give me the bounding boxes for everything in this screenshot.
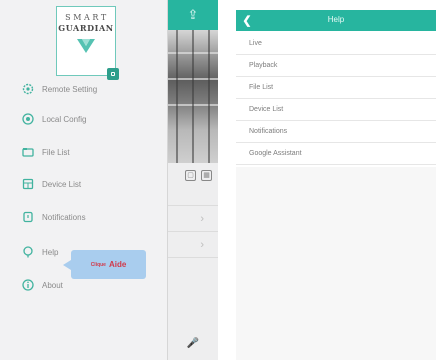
video-feed[interactable] <box>168 30 218 163</box>
menu-item-local-config[interactable]: Local Config <box>22 110 86 128</box>
menu-item-about[interactable]: About <box>22 276 63 294</box>
help-tooltip: Clique Aide <box>63 250 146 279</box>
live-view-background: ⇪ ▢ ▦ › › 🎤 <box>168 0 218 360</box>
smart-guardian-logo: SMART GUARDIAN <box>56 6 116 76</box>
side-drawer: SMART GUARDIAN Remote Setting Local Conf… <box>0 0 168 360</box>
help-item-playback[interactable]: Playback <box>236 55 436 77</box>
list-row <box>168 257 218 287</box>
tooltip-small-text: Clique <box>90 261 106 268</box>
folder-icon <box>22 146 34 158</box>
microphone-icon[interactable]: 🎤 <box>168 338 218 356</box>
menu-item-label: Help <box>42 247 59 257</box>
record-icon[interactable]: ▢ <box>185 169 196 181</box>
menu-item-label: Local Config <box>42 114 87 124</box>
help-item-notifications[interactable]: Notifications <box>236 121 436 143</box>
share-icon[interactable]: ⇪ <box>188 7 199 23</box>
help-icon <box>22 246 34 258</box>
settings-icon <box>22 113 34 125</box>
drawer-screen: ⇪ ▢ ▦ › › 🎤 SMART GUARDIAN Remote Settin… <box>0 0 218 360</box>
menu-item-label: File List <box>42 147 70 157</box>
info-icon <box>22 279 34 291</box>
help-screen: ❮ Help Live Playback File List Device Li… <box>236 0 436 360</box>
menu-item-label: Remote Setting <box>42 84 98 94</box>
menu-item-file-list[interactable]: File List <box>22 143 70 161</box>
help-item-live[interactable]: Live <box>236 33 436 55</box>
menu-item-label: About <box>42 280 63 290</box>
logo-line1: SMART <box>65 13 109 22</box>
menu-item-help[interactable]: Help <box>22 243 58 261</box>
help-list: Live Playback File List Device List Noti… <box>236 33 436 165</box>
help-item-google-assistant[interactable]: Google Assistant <box>236 143 436 165</box>
snapshot-icon[interactable]: ▦ <box>201 169 212 181</box>
help-item-device-list[interactable]: Device List <box>236 99 436 121</box>
logo-line2: GUARDIAN <box>58 23 114 33</box>
menu-item-label: Device List <box>42 179 82 189</box>
menu-item-remote-setting[interactable]: Remote Setting <box>22 80 97 98</box>
tooltip-big-text: Aide <box>108 260 127 269</box>
gear-icon <box>22 83 34 95</box>
menu-item-label: Notifications <box>42 212 86 222</box>
camera-icon <box>22 178 34 190</box>
help-empty-area <box>236 167 436 360</box>
help-header: ❮ Help <box>236 10 436 31</box>
menu-item-device-list[interactable]: Device List <box>22 175 81 193</box>
video-controls: ▢ ▦ <box>168 163 218 187</box>
chevron-right-icon[interactable]: › <box>168 231 218 257</box>
edit-icon[interactable] <box>107 68 119 80</box>
menu-item-notifications[interactable]: Notifications <box>22 208 86 226</box>
bell-icon <box>22 211 34 223</box>
chevron-right-icon[interactable]: › <box>168 205 218 231</box>
live-view-header: ⇪ <box>168 0 218 30</box>
page-title: Help <box>327 15 345 24</box>
shield-icon <box>77 39 95 53</box>
help-item-file-list[interactable]: File List <box>236 77 436 99</box>
